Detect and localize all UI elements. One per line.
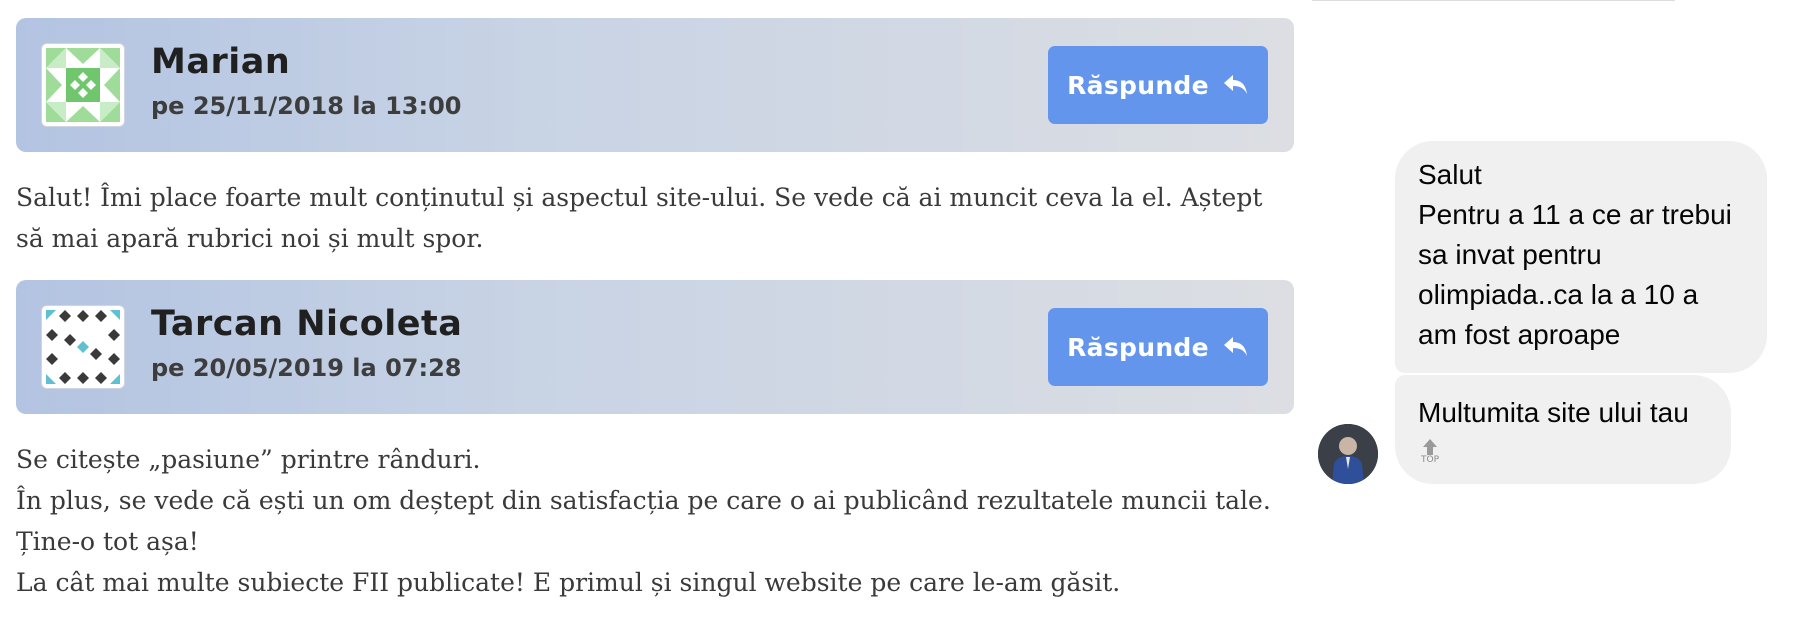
chat-line: olimpiada..ca la a 10 a — [1418, 279, 1699, 310]
identicon-green-icon — [42, 44, 124, 126]
reply-button-label: Răspunde — [1067, 332, 1209, 362]
comment-header: Marian pe 25/11/2018 la 13:00 Răspunde — [16, 18, 1294, 152]
comment-date: pe 20/05/2019 la 07:28 — [151, 354, 462, 382]
comment-author: Tarcan Nicoleta — [151, 304, 463, 344]
chat-line: am fost aproape — [1418, 319, 1621, 350]
reply-arrow-icon — [1223, 336, 1249, 358]
comment-body: Salut! Îmi place foarte mult conținutul … — [16, 152, 1294, 280]
chat-panel: Salut Pentru a 11 a ce ar trebui sa inva… — [1316, 0, 1800, 618]
comment: Marian pe 25/11/2018 la 13:00 Răspunde S… — [16, 18, 1294, 280]
identicon-teal-icon — [42, 306, 124, 388]
avatar — [42, 44, 124, 126]
chat-line: Pentru a 11 a ce ar trebui — [1418, 199, 1732, 230]
person-photo-icon — [1318, 424, 1378, 484]
reply-arrow-icon — [1223, 74, 1249, 96]
comment-body: Se citește „pasiune” printre rânduri. În… — [16, 414, 1294, 624]
comment-text: Salut! Îmi place foarte mult conținutul … — [16, 183, 1263, 253]
reply-button-label: Răspunde — [1067, 70, 1209, 100]
comment-text: Ține-o tot așa! — [16, 527, 199, 556]
comments-section: Marian pe 25/11/2018 la 13:00 Răspunde S… — [16, 18, 1294, 624]
chat-line: Multumita site ului tau — [1418, 397, 1689, 428]
top-arrow-icon[interactable]: TOP — [1421, 439, 1439, 471]
avatar — [42, 306, 124, 388]
chat-bubble: Multumita site ului tau TOP — [1395, 375, 1731, 484]
chat-line: sa invat pentru — [1418, 239, 1602, 270]
comment-text: În plus, se vede că ești un om deștept d… — [16, 486, 1271, 515]
comment-text: Se citește „pasiune” printre rânduri. — [16, 445, 481, 474]
comment-header: Tarcan Nicoleta pe 20/05/2019 la 07:28 R… — [16, 280, 1294, 414]
comment-date: pe 25/11/2018 la 13:00 — [151, 92, 462, 120]
up-arrow-icon — [1423, 439, 1437, 455]
top-icon-label: TOP — [1421, 455, 1440, 465]
comment-author: Marian — [151, 42, 291, 82]
chat-avatar[interactable] — [1318, 424, 1378, 484]
comment-text: La cât mai multe subiecte FII publicate!… — [16, 568, 1121, 597]
comment: Tarcan Nicoleta pe 20/05/2019 la 07:28 R… — [16, 280, 1294, 624]
chat-bubble: Salut Pentru a 11 a ce ar trebui sa inva… — [1395, 141, 1767, 373]
reply-button[interactable]: Răspunde — [1048, 46, 1268, 124]
reply-button[interactable]: Răspunde — [1048, 308, 1268, 386]
chat-line: Salut — [1418, 159, 1482, 190]
